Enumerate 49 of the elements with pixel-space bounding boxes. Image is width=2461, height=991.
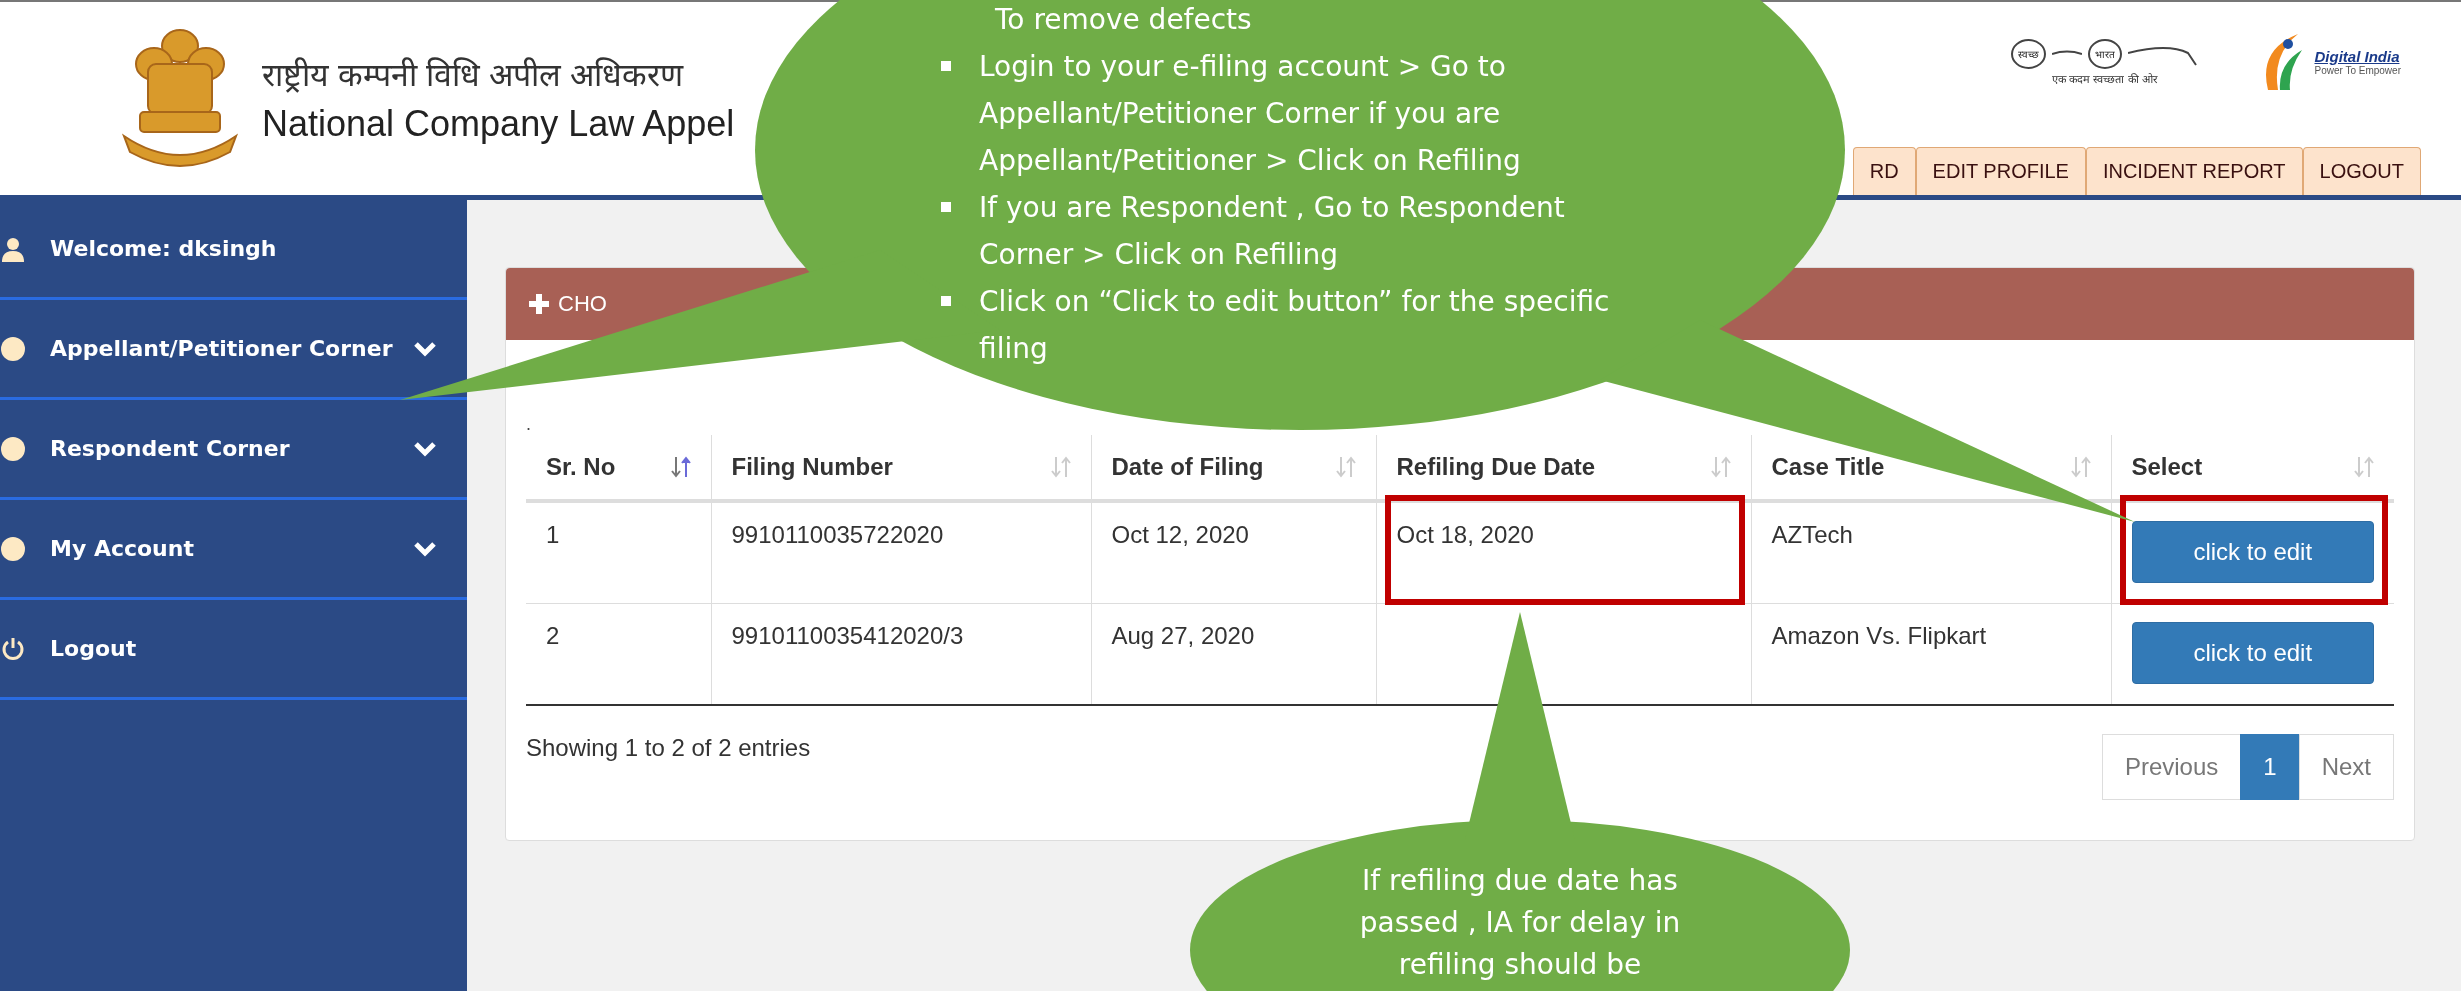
table-cell: 1 bbox=[546, 521, 560, 548]
title-hindi: राष्ट्रीय कम्पनी विधि अपील अधिकरण bbox=[262, 56, 685, 95]
edit-button[interactable]: click to edit bbox=[2131, 521, 2374, 583]
edit-button[interactable]: click to edit bbox=[2131, 622, 2374, 684]
circle-icon bbox=[0, 335, 26, 362]
nav-tab[interactable]: INCIDENT REPORT bbox=[2085, 147, 2303, 195]
logo-tagline: एक कदम स्वच्छता की ओर bbox=[2052, 71, 2158, 86]
callout-title: To remove defects bbox=[995, 2, 1253, 38]
callout-text: Click on “Click to edit button” for the specific filing bbox=[979, 284, 1611, 367]
caption-text: . bbox=[526, 414, 531, 435]
table-cell: 9910110035722020 bbox=[731, 521, 944, 548]
table-cell: Oct 12, 2020 bbox=[1111, 521, 1249, 548]
callout-text: Login to your e-filing account > Go to Appellant/Petitioner Corner if you are Appellant/Petitioner > Click on Refiling bbox=[979, 49, 1522, 179]
logo-tagline: Power To Empower bbox=[2314, 65, 2401, 76]
table-cell: Amazon Vs. Flipkart bbox=[1771, 622, 1987, 649]
column-header: Select bbox=[2131, 453, 2203, 481]
logo-text: भारत bbox=[2088, 38, 2123, 69]
logo-name: Digital India bbox=[2314, 48, 2400, 65]
circle-icon bbox=[0, 535, 26, 562]
table-cell: Oct 18, 2020 bbox=[1396, 521, 1534, 548]
nav-tab[interactable]: EDIT PROFILE bbox=[1915, 147, 2086, 195]
nav-tab[interactable]: LOGOUT bbox=[2302, 147, 2421, 195]
column-header: Filing Number bbox=[731, 453, 893, 481]
table-cell: 9910110035412020/3 bbox=[731, 622, 964, 649]
sort-icon[interactable] bbox=[670, 455, 691, 479]
table-cell: AZTech bbox=[1771, 521, 1853, 548]
callout-text: If you are Respondent , Go to Respondent Corner > Click on Refiling bbox=[979, 190, 1566, 273]
bullet-icon bbox=[941, 202, 951, 212]
entries-info: Showing 1 to 2 of 2 entries bbox=[526, 734, 811, 762]
power-icon bbox=[0, 635, 26, 662]
column-header: Case Title bbox=[1771, 453, 1885, 481]
callout-text: If refiling due date has passed , IA for delay in refiling should be bbox=[1359, 864, 1681, 981]
column-header: Date of Filing bbox=[1111, 453, 1264, 481]
site-title: National Company Law Appel bbox=[262, 103, 735, 145]
page-button[interactable]: 1 bbox=[2240, 734, 2300, 800]
plus-icon bbox=[528, 293, 550, 315]
bullet-icon bbox=[941, 61, 951, 71]
table-cell: Aug 27, 2020 bbox=[1111, 622, 1255, 649]
page-button[interactable]: Next bbox=[2298, 734, 2394, 800]
circle-icon bbox=[0, 435, 26, 462]
column-header: Sr. No bbox=[546, 453, 616, 481]
panel-title: CHO bbox=[558, 291, 607, 317]
bullet-icon bbox=[941, 296, 951, 306]
nav-tab[interactable]: RD bbox=[1852, 147, 1916, 195]
column-header: Refiling Due Date bbox=[1396, 453, 1596, 481]
table-cell: 2 bbox=[546, 622, 560, 649]
page-button[interactable]: Previous bbox=[2101, 734, 2242, 800]
user-icon bbox=[0, 235, 26, 262]
logo-text: स्वच्छ bbox=[2011, 38, 2047, 69]
